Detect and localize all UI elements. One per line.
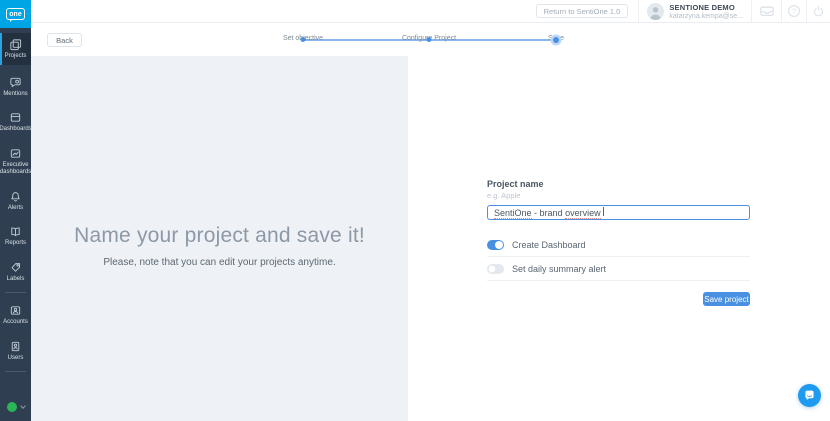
toggle-knob (495, 241, 503, 249)
reports-icon (9, 225, 22, 238)
input-word-misspelled: overview (565, 208, 601, 219)
form-actions: Save project (487, 292, 750, 306)
info-panel: Name your project and save it! Please, n… (31, 56, 408, 421)
sidebar-divider (5, 371, 26, 372)
step-dot (427, 37, 432, 42)
online-status-control[interactable] (7, 402, 25, 412)
input-word-misspelled: SentiOne (494, 208, 532, 219)
sidebar-item-executive-dashboards[interactable]: Executive dashboards (0, 145, 31, 179)
create-dashboard-label: Create Dashboard (512, 240, 586, 250)
power-icon (812, 5, 825, 18)
users-icon (9, 340, 22, 353)
inbox-icon (759, 3, 775, 19)
mentions-icon (9, 76, 22, 89)
sidebar-item-alerts[interactable]: Alerts (0, 188, 31, 215)
chat-widget-button[interactable] (798, 384, 821, 407)
return-to-sentione-button[interactable]: Return to SentiOne 1.0 (536, 4, 629, 18)
sidebar-item-reports[interactable]: Reports (0, 223, 31, 250)
wizard-stepper: Set objective Configure Project Save (290, 27, 560, 45)
svg-text:?: ? (792, 7, 796, 16)
accounts-icon (9, 304, 22, 317)
sidebar-item-dashboards[interactable]: Dashboards (0, 109, 31, 136)
logo-text: one (6, 8, 25, 20)
chat-bubble-icon (803, 389, 816, 402)
sidebar-item-label: Mentions (3, 91, 27, 99)
form-divider (487, 280, 750, 281)
sidebar-item-projects[interactable]: Projects (0, 33, 31, 65)
sidebar-item-label: Projects (5, 53, 27, 61)
sidebar-item-users[interactable]: Users (0, 338, 31, 365)
topbar: Return to SentiOne 1.0 SENTIONE DEMO kat… (31, 0, 830, 23)
logout-button[interactable] (807, 0, 830, 23)
user-email: katarzyna.kempa@se... (669, 13, 743, 20)
project-name-label: Project name (487, 179, 750, 189)
project-name-hint: e.g. Apple (487, 191, 750, 200)
dashboards-icon (9, 111, 22, 124)
notifications-button[interactable] (752, 0, 781, 23)
user-menu[interactable]: SENTIONE DEMO katarzyna.kempa@se... (639, 0, 751, 23)
input-text: - brand (532, 208, 566, 218)
sentione-logo[interactable]: one (0, 0, 31, 28)
save-project-form: Project name e.g. Apple SentiOne - brand… (487, 179, 750, 306)
sidebar-item-accounts[interactable]: Accounts (0, 302, 31, 329)
sidebar-item-mentions[interactable]: Mentions (0, 74, 31, 101)
form-divider (487, 256, 750, 257)
back-button[interactable]: Back (47, 33, 82, 47)
alerts-icon (9, 190, 22, 203)
avatar (647, 3, 664, 20)
page-title: Name your project and save it! (74, 224, 365, 248)
step-dot (553, 37, 559, 43)
sidebar-item-labels[interactable]: Labels (0, 259, 31, 286)
executive-dashboards-icon (9, 147, 22, 160)
chevron-down-icon (20, 403, 26, 409)
help-icon: ? (787, 4, 801, 18)
daily-summary-alert-toggle[interactable] (487, 264, 504, 274)
sidebar-item-label: Labels (7, 276, 25, 284)
step-set-objective[interactable]: Set objective (303, 27, 343, 45)
daily-summary-alert-label: Set daily summary alert (512, 264, 606, 274)
text-caret (603, 207, 604, 216)
sidebar-item-label: Reports (5, 240, 26, 248)
projects-icon (9, 38, 22, 51)
sidebar-item-label: Alerts (8, 205, 23, 213)
project-name-input[interactable]: SentiOne - brand overview (487, 205, 750, 220)
online-status-dot (7, 402, 17, 412)
user-info: SENTIONE DEMO katarzyna.kempa@se... (669, 3, 743, 20)
help-button[interactable]: ? (782, 0, 806, 23)
form-panel: Project name e.g. Apple SentiOne - brand… (408, 56, 830, 421)
toggle-knob (488, 265, 496, 273)
step-dot (301, 37, 306, 42)
create-dashboard-row: Create Dashboard (487, 239, 750, 251)
sidebar-item-label: Users (8, 355, 24, 363)
sidebar-divider (5, 292, 26, 293)
daily-summary-alert-row: Set daily summary alert (487, 263, 750, 275)
create-dashboard-toggle[interactable] (487, 240, 504, 250)
save-project-button[interactable]: Save project (703, 292, 750, 306)
user-name: SENTIONE DEMO (669, 3, 743, 12)
sidebar-item-label: Accounts (3, 319, 28, 327)
sidebar-item-label: Executive dashboards (0, 162, 31, 177)
sidebar-item-label: Dashboards (0, 126, 32, 134)
page-subtitle: Please, note that you can edit your proj… (103, 257, 335, 268)
labels-icon (9, 261, 22, 274)
step-configure-project[interactable]: Configure Project (429, 27, 483, 45)
step-save[interactable]: Save (556, 27, 572, 45)
sidebar: one Projects Mentions Dashboards Executi… (0, 0, 31, 421)
